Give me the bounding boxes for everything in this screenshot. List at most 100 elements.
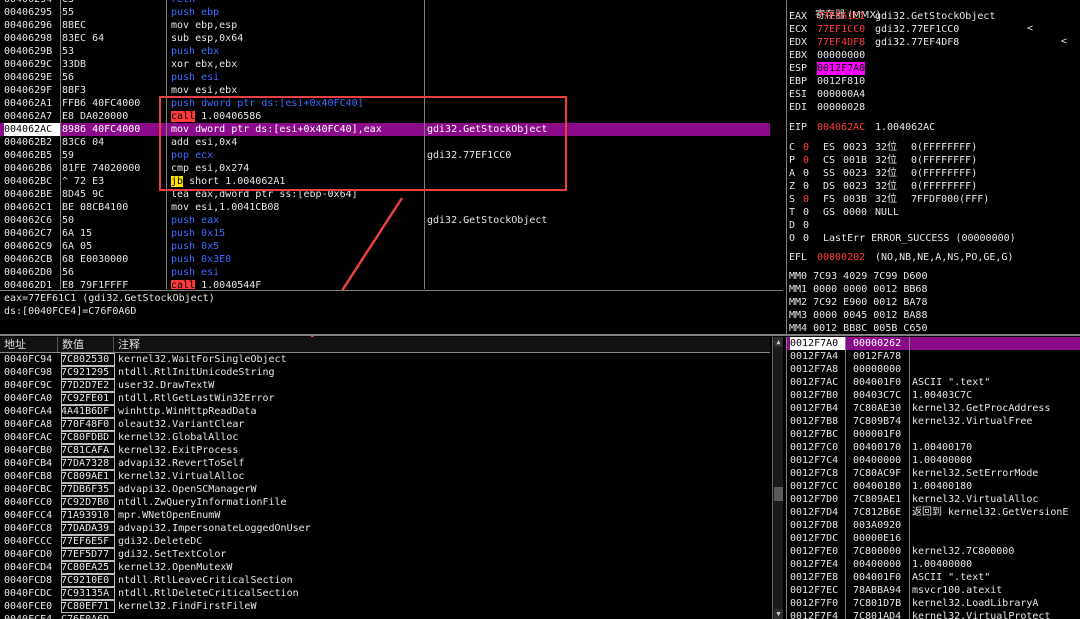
mmx-register-row[interactable]: MM3 0000 0045 0012 BA88 (789, 309, 1080, 322)
stack-value[interactable]: 7C80AE30 (853, 402, 909, 415)
mmx-register-row[interactable]: MM2 7C92 E900 0012 BA78 (789, 296, 1080, 309)
pane-splitter[interactable] (0, 334, 1080, 336)
dump-row[interactable]: 0040FCAC 7C80FDBD kernel32.GlobalAlloc (0, 431, 770, 444)
dump-row[interactable]: 0040FCD4 7C80EA25 kernel32.OpenMutexW (0, 561, 770, 574)
stack-row[interactable]: 0012F7F0 7C801D7B kernel32.LoadLibraryA (787, 597, 1080, 610)
dump-value[interactable]: 7C93135A (61, 587, 115, 600)
stack-row[interactable]: 0012F7B8 7C809B74 kernel32.VirtualFree (787, 415, 1080, 428)
register-row[interactable]: ESP 0012F7A0 (789, 62, 1080, 75)
stack-row[interactable]: 0012F7DC 00000E16 (787, 532, 1080, 545)
disasm-row[interactable]: 0040629F 8BF3 mov esi,ebx (0, 84, 770, 97)
register-row[interactable]: EAX 77EF61C1 gdi32.GetStockObject (789, 10, 1080, 23)
disassembly-pane[interactable]: 00406294C3retn0040629555push ebp00406296… (0, 0, 770, 289)
register-row[interactable]: EFL 00000202 (NO,NB,NE,A,NS,PO,GE,G) (789, 251, 1080, 264)
dump-value[interactable]: 77D2D7E2 (61, 379, 115, 392)
stack-row[interactable]: 0012F7C0 00400170 1.00400170 (787, 441, 1080, 454)
stack-value[interactable]: 004001F0 (853, 376, 909, 389)
stack-value[interactable]: 7C809B74 (853, 415, 909, 428)
flag-row[interactable]: C 0 ES 0023 32位 0(FFFFFFFF) (789, 141, 1080, 154)
dump-scroll-up-icon[interactable]: ▲ (774, 337, 783, 347)
disasm-row[interactable]: 004062D1 E8 79F1FFFF call 1.0040544F (0, 279, 770, 289)
disasm-row[interactable]: 0040629E 56 push esi (0, 71, 770, 84)
stack-value[interactable]: 7C801AD4 (853, 610, 909, 619)
registers-pane[interactable]: 寄存器 (MMX) < < EAX 77EF61C1 gdi32.GetStockO… (786, 0, 1080, 334)
dump-row[interactable]: 0040FCBC 77DB6F35 advapi32.OpenSCManagerW (0, 483, 770, 496)
dump-value[interactable]: 7C9210E0 (61, 574, 115, 587)
stack-value[interactable]: 004001F0 (853, 571, 909, 584)
stack-pane[interactable]: 0012F7A0 00000262 0012F7A4 0012FA78 0012F7A8… (786, 337, 1080, 619)
mmx-register-row[interactable]: MM4 0012 BB8C 005B C650 (789, 322, 1080, 334)
disasm-row[interactable]: 004062A1 FFB6 40FC4000 push dword ptr ds:[… (0, 97, 770, 110)
flag-row[interactable]: D0 (789, 219, 1080, 232)
dump-row[interactable]: 0040FCE0 7C80EF71 kernel32.FindFirstFileW (0, 600, 770, 613)
dump-row[interactable]: 0040FCE4C76F0A6D (0, 613, 770, 619)
dump-row[interactable]: 0040FCA8 770F48F0 oleaut32.VariantClear (0, 418, 770, 431)
dump-value[interactable]: 7C92D7B0 (61, 496, 115, 509)
flag-row[interactable]: P 0 CS 001B 32位 0(FFFFFFFF) (789, 154, 1080, 167)
dump-value[interactable]: 77EF6E5F (61, 535, 115, 548)
stack-value[interactable]: 78ABBA94 (853, 584, 909, 597)
disasm-row[interactable]: 004062BC ^ 72 E3 jb short 1.004062A1 (0, 175, 770, 188)
stack-row[interactable]: 0012F7A4 0012FA78 (787, 350, 1080, 363)
dump-value[interactable]: 77EF5D77 (61, 548, 115, 561)
mmx-register-row[interactable]: MM1 0000 0000 0012 BB68 (789, 283, 1080, 296)
flag-value[interactable]: 0 (803, 193, 809, 206)
stack-row[interactable]: 0012F7F4 7C801AD4 kernel32.VirtualProtect (787, 610, 1080, 619)
stack-value[interactable]: 00400170 (853, 441, 909, 454)
stack-row[interactable]: 0012F7C4 00400000 1.00400000 (787, 454, 1080, 467)
register-row[interactable]: EBX 00000000 (789, 49, 1080, 62)
flag-value[interactable]: 0 (803, 206, 809, 219)
dump-row[interactable]: 0040FCC4 71A93910 mpr.WNetOpenEnumW (0, 509, 770, 522)
dump-row[interactable]: 0040FCA0 7C92FE01 ntdll.RtlGetLastWin32Err… (0, 392, 770, 405)
dump-value[interactable]: 7C921295 (61, 366, 115, 379)
dump-value[interactable]: 77DADA39 (61, 522, 115, 535)
dump-value[interactable]: 77DB6F35 (61, 483, 115, 496)
stack-row[interactable]: 0012F7B4 7C80AE30 kernel32.GetProcAddress (787, 402, 1080, 415)
dump-row[interactable]: 0040FCCC 77EF6E5F gdi32.DeleteDC (0, 535, 770, 548)
stack-value[interactable]: 00400000 (853, 454, 909, 467)
stack-row[interactable]: 0012F7EC 78ABBA94 msvcr100.atexit (787, 584, 1080, 597)
register-row[interactable]: ESI 000000A4 (789, 88, 1080, 101)
dump-value[interactable]: 4A41B6DF (61, 405, 115, 418)
dump-row[interactable]: 0040FCC8 77DADA39 advapi32.ImpersonateLogg… (0, 522, 770, 535)
disasm-row[interactable]: 004062C1 BE 08CB4100 mov esi,1.0041CB08 (0, 201, 770, 214)
stack-row[interactable]: 0012F7B0 00403C7C 1.00403C7C (787, 389, 1080, 402)
disasm-row[interactable]: 004062B6 81FE 74020000 cmp esi,0x274 (0, 162, 770, 175)
flag-value[interactable]: 0 (803, 167, 809, 180)
dump-row[interactable]: 0040FCB0 7C81CAFA kernel32.ExitProcess (0, 444, 770, 457)
stack-row[interactable]: 0012F7E8 004001F0 ASCII ".text" (787, 571, 1080, 584)
dump-header-address[interactable]: 地址 (0, 337, 58, 352)
stack-row[interactable]: 0012F7E0 7C800000 kernel32.7C800000 (787, 545, 1080, 558)
disasm-row[interactable]: 004062CB 68 E0030000 push 0x3E0 (0, 253, 770, 266)
flag-row[interactable]: O 0 LastErr ERROR_SUCCESS (00000000) (789, 232, 1080, 245)
stack-row[interactable]: 0012F7E4 00400000 1.00400000 (787, 558, 1080, 571)
flag-value[interactable]: 0 (803, 219, 809, 232)
dump-value[interactable]: 7C80EF71 (61, 600, 115, 613)
dump-row[interactable]: 0040FCD0 77EF5D77 gdi32.SetTextColor (0, 548, 770, 561)
disasm-row[interactable]: 004062C7 6A 15 push 0x15 (0, 227, 770, 240)
register-value[interactable]: 77EF61C1 (817, 10, 865, 23)
dump-row[interactable]: 0040FCD8 7C9210E0 ntdll.RtlLeaveCriticalSe… (0, 574, 770, 587)
register-value[interactable]: 77EF4DF8 (817, 36, 865, 49)
flag-value[interactable]: 0 (803, 180, 809, 193)
dump-value[interactable]: 7C92FE01 (61, 392, 115, 405)
register-row[interactable]: EBP 0012F810 (789, 75, 1080, 88)
dump-value[interactable]: 7C809AE1 (61, 470, 115, 483)
stack-value[interactable]: 00400180 (853, 480, 909, 493)
dump-value[interactable]: 71A93910 (61, 509, 115, 522)
stack-row[interactable]: 0012F7D0 7C809AE1 kernel32.VirtualAlloc (787, 493, 1080, 506)
stack-row[interactable]: 0012F7CC 00400180 1.00400180 (787, 480, 1080, 493)
stack-value[interactable]: 003A0920 (853, 519, 909, 532)
disasm-row[interactable]: 004062D0 56 push esi (0, 266, 770, 279)
stack-row[interactable]: 0012F7D8 003A0920 (787, 519, 1080, 532)
disasm-row[interactable]: 00406296 8BEC mov ebp,esp (0, 19, 770, 32)
stack-value[interactable]: 7C812B6E (853, 506, 909, 519)
stack-row[interactable]: 0012F7A8 00000000 (787, 363, 1080, 376)
register-value[interactable]: 00000000 (817, 49, 865, 62)
stack-value[interactable]: 7C80AC9F (853, 467, 909, 480)
disasm-row[interactable]: 004062B2 83C6 04 add esi,0x4 (0, 136, 770, 149)
stack-value[interactable]: 7C809AE1 (853, 493, 909, 506)
stack-value[interactable]: 0012FA78 (853, 350, 909, 363)
register-value[interactable]: 0012F7A0 (817, 62, 866, 75)
flag-value[interactable]: 0 (803, 154, 809, 167)
